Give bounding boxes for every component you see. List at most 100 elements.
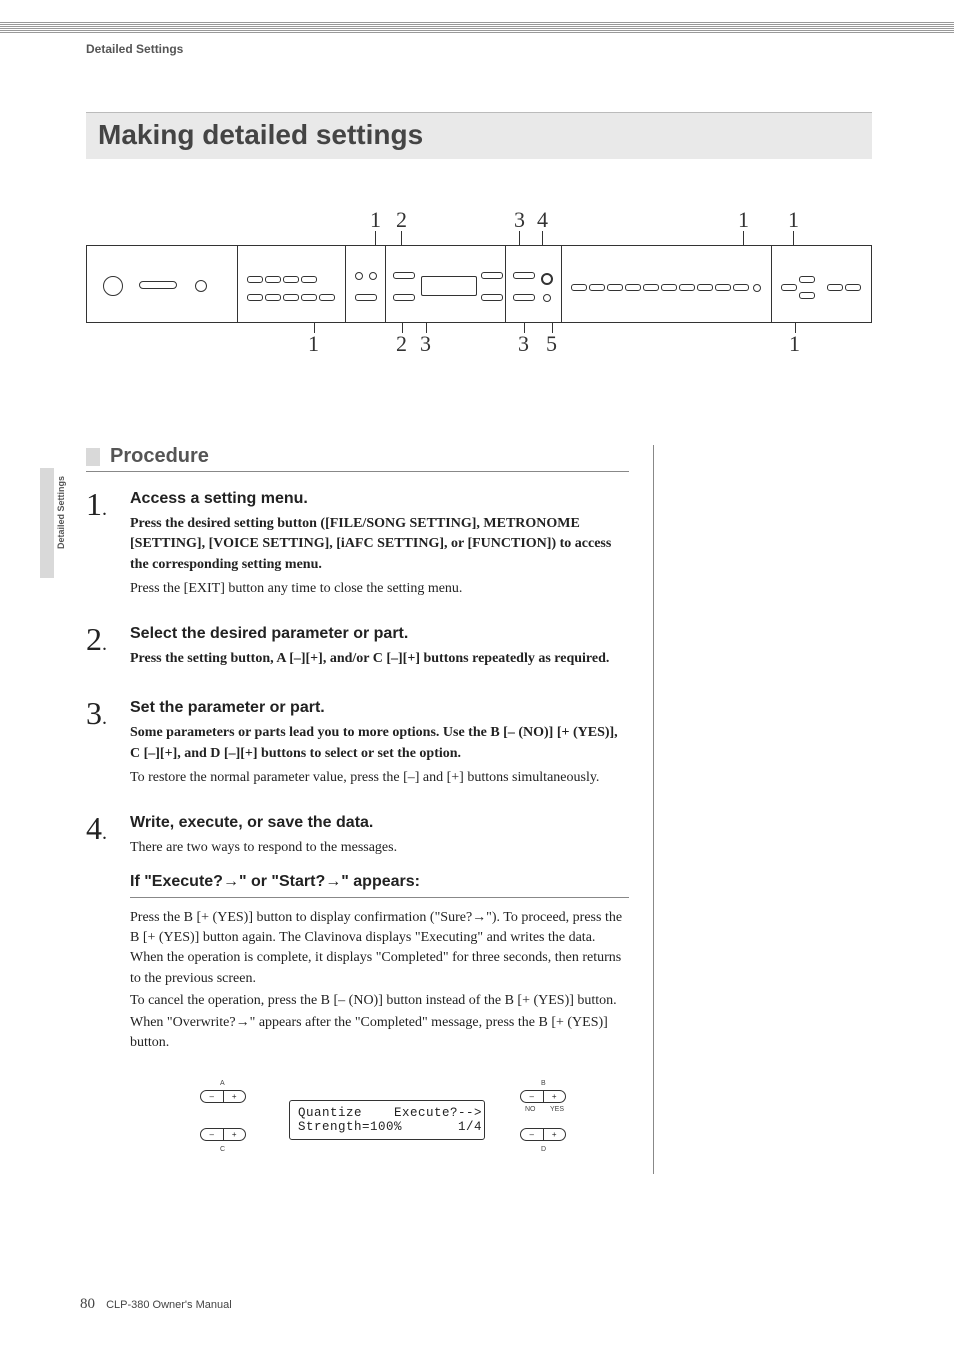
step-3: 3. Set the parameter or part. Some param… (86, 699, 629, 788)
content: Making detailed settings 1 2 3 4 1 1 (86, 112, 872, 1174)
manual-name: CLP-380 Owner's Manual (106, 1299, 232, 1311)
leader (402, 323, 403, 333)
panel-btn (513, 294, 535, 301)
panel-btn (799, 276, 815, 283)
leader (314, 323, 315, 333)
label-yes: YES (550, 1106, 564, 1113)
leader (743, 231, 744, 245)
step-title: Set the parameter or part. (130, 699, 629, 717)
panel-btn (355, 294, 377, 301)
panel-btn (643, 284, 659, 291)
panel-num-top-4: 4 (537, 207, 548, 233)
side-tab: Detailed Settings (40, 468, 68, 578)
rule (130, 897, 629, 898)
para-3: When "Overwrite?→" appears after the "Co… (130, 1013, 629, 1054)
seg (385, 246, 386, 322)
step-title: Access a setting menu. (130, 490, 629, 508)
leader (375, 231, 376, 245)
panel-btn (799, 292, 815, 299)
seg (561, 246, 562, 322)
seg (505, 246, 506, 322)
b-button-icon (520, 1090, 566, 1103)
running-head: Detailed Settings (86, 42, 183, 56)
panel-btn (265, 294, 281, 301)
panel-btn (733, 284, 749, 291)
lcd-screen: Quantize Execute?--> Strength=100% 1/4 (289, 1100, 485, 1140)
leader (401, 231, 402, 245)
leader (524, 323, 525, 333)
seg (237, 246, 238, 322)
panel-btn (265, 276, 281, 283)
panel-btn (393, 294, 415, 301)
panel-btn (301, 294, 317, 301)
exit-btn-icon (543, 294, 551, 302)
seg (771, 246, 772, 322)
a-button-icon (200, 1090, 246, 1103)
left-column: Procedure 1. Access a setting menu. Pres… (86, 445, 654, 1174)
panel-num-top-3: 3 (514, 207, 525, 233)
panel-btn (827, 284, 843, 291)
side-tab-label: Detailed Settings (56, 476, 66, 549)
knob-icon (195, 280, 207, 292)
title-bar: Making detailed settings (86, 112, 872, 159)
panel-btn (247, 276, 263, 283)
panel-num-bot-3: 3 (420, 331, 431, 357)
panel-btn (571, 284, 587, 291)
panel-num-bot-2: 2 (396, 331, 407, 357)
step-light: To restore the normal parameter value, p… (130, 768, 629, 788)
panel-btn (247, 294, 263, 301)
panel-btn (753, 284, 761, 292)
panel-box (86, 245, 872, 323)
panel-btn (845, 284, 861, 291)
volume-dial-icon (103, 276, 123, 296)
panel-num-top-1: 1 (370, 207, 381, 233)
panel-btn (697, 284, 713, 291)
panel-num-bot-4: 3 (518, 331, 529, 357)
step-bold: Some parameters or parts lead you to mor… (130, 723, 629, 764)
panel-num-top-2: 2 (396, 207, 407, 233)
panel-btn (393, 272, 415, 279)
step-bold: Press the setting button, A [–][+], and/… (130, 649, 629, 669)
panel-num-bot-5: 5 (546, 331, 557, 357)
lcd-icon (421, 276, 477, 296)
label-no: NO (525, 1106, 536, 1113)
lcd-line1: Quantize Execute?--> (298, 1106, 482, 1120)
procedure-heading: Procedure (110, 445, 209, 468)
leader (552, 323, 553, 333)
right-column (654, 445, 872, 1174)
panel-num-bot-6: 1 (789, 331, 800, 357)
panel-diagram: 1 2 3 4 1 1 (86, 207, 872, 387)
label-c: C (220, 1146, 225, 1153)
para-1: Press the B [+ (YES)] button to display … (130, 908, 629, 989)
step-number: 1. (86, 490, 130, 599)
label-b: B (541, 1080, 546, 1087)
panel-btn (301, 276, 317, 283)
panel-btn (481, 294, 503, 301)
leader (795, 323, 796, 333)
label-a: A (220, 1080, 225, 1087)
slider-icon (139, 281, 177, 289)
step-light: Press the [EXIT] button any time to clos… (130, 579, 629, 599)
heading-square-icon (86, 448, 100, 466)
leader (519, 231, 520, 245)
label-d: D (541, 1146, 546, 1153)
led-icon (355, 272, 363, 280)
lcd-diagram: A C Quantize Execute?--> Strength=100% 1… (182, 1076, 582, 1174)
para-2: To cancel the operation, press the B [– … (130, 991, 629, 1011)
step-4: 4. Write, execute, or save the data. The… (86, 814, 629, 858)
step-1: 1. Access a setting menu. Press the desi… (86, 490, 629, 599)
panel-btn (661, 284, 677, 291)
step-number: 4. (86, 814, 130, 858)
d-button-icon (520, 1128, 566, 1141)
panel-num-bot-1: 1 (308, 331, 319, 357)
panel-btn (625, 284, 641, 291)
panel-btn (481, 272, 503, 279)
procedure-heading-row: Procedure (86, 445, 629, 472)
footer: 80 CLP-380 Owner's Manual (80, 1296, 232, 1313)
top-stripes (0, 22, 954, 34)
panel-btn (715, 284, 731, 291)
seg (345, 246, 346, 322)
panel-num-top-5: 1 (738, 207, 749, 233)
leader (793, 231, 794, 245)
step-bold: Press the desired setting button ([FILE/… (130, 514, 629, 575)
